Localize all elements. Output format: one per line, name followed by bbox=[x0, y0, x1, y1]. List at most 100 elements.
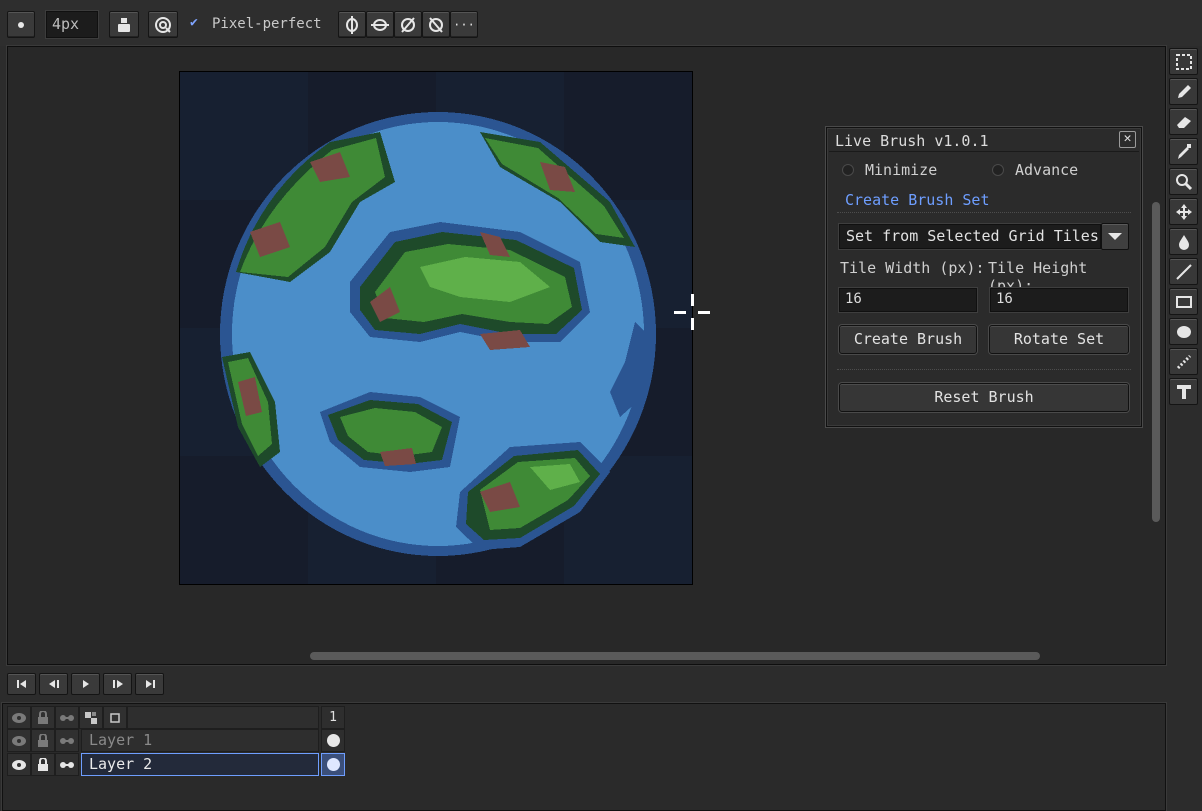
horizontal-scrollbar[interactable] bbox=[310, 652, 1040, 660]
square-icon bbox=[110, 712, 120, 723]
link-icon bbox=[60, 737, 74, 744]
cel-dot-icon bbox=[326, 734, 340, 747]
last-frame-icon bbox=[145, 680, 155, 688]
play-button[interactable] bbox=[71, 673, 100, 695]
eye-icon bbox=[12, 712, 26, 723]
layer-cel[interactable] bbox=[321, 729, 345, 752]
move-tool-button[interactable] bbox=[1169, 198, 1198, 225]
tile-height-input[interactable]: 16 bbox=[990, 288, 1128, 312]
previous-frame-button[interactable] bbox=[39, 673, 68, 695]
symmetry-diagonal-icon bbox=[401, 16, 415, 33]
line-icon bbox=[1175, 263, 1192, 280]
text-tool-button[interactable] bbox=[1169, 378, 1198, 405]
ellipse-tool-button[interactable] bbox=[1169, 318, 1198, 345]
pencil-icon bbox=[1177, 84, 1191, 98]
timeline-header: 1 bbox=[7, 706, 345, 730]
header-spacer bbox=[127, 706, 319, 729]
layer-row[interactable]: Layer 1 bbox=[7, 729, 345, 753]
line-tool-button[interactable] bbox=[1169, 258, 1198, 285]
dropdown-button[interactable] bbox=[1101, 223, 1129, 250]
ellipse-icon bbox=[1176, 325, 1191, 338]
symmetry-vertical-icon bbox=[346, 15, 358, 34]
layer-continuous-toggle[interactable] bbox=[55, 729, 79, 752]
rotate-set-button[interactable]: Rotate Set bbox=[989, 325, 1129, 354]
close-icon[interactable]: ✕ bbox=[1119, 131, 1136, 148]
lock-header[interactable] bbox=[31, 706, 55, 729]
eraser-tool-button[interactable] bbox=[1169, 108, 1198, 135]
eyedropper-tool-button[interactable] bbox=[1169, 138, 1198, 165]
next-frame-button[interactable] bbox=[103, 673, 132, 695]
layer-continuous-toggle[interactable] bbox=[55, 753, 79, 776]
tag-button[interactable] bbox=[103, 706, 127, 729]
text-icon bbox=[1176, 384, 1191, 399]
brush-type-button[interactable] bbox=[7, 11, 35, 38]
pressure-icon bbox=[155, 16, 171, 33]
play-icon bbox=[82, 680, 89, 688]
tile-width-input[interactable]: 16 bbox=[839, 288, 977, 312]
create-brush-set-link[interactable]: Create Brush Set bbox=[845, 191, 990, 209]
move-icon bbox=[1175, 203, 1192, 220]
symmetry-diagonal-button[interactable] bbox=[394, 11, 422, 38]
layer-visibility-toggle[interactable] bbox=[7, 753, 31, 776]
onion-skin-button[interactable] bbox=[79, 706, 103, 729]
advance-label: Advance bbox=[1015, 161, 1079, 179]
visibility-header[interactable] bbox=[7, 706, 31, 729]
eyedropper-icon bbox=[1177, 143, 1191, 159]
ink-icon bbox=[118, 17, 130, 32]
create-brush-button[interactable]: Create Brush bbox=[839, 325, 977, 354]
onion-skin-icon bbox=[85, 711, 97, 724]
timeline-panel: 1 Layer 1 Layer 2 bbox=[2, 703, 1166, 811]
layer-name[interactable]: Layer 1 bbox=[81, 729, 319, 752]
contour-tool-button[interactable] bbox=[1169, 348, 1198, 375]
rectangle-tool-button[interactable] bbox=[1169, 288, 1198, 315]
vertical-scrollbar[interactable] bbox=[1152, 202, 1160, 522]
tile-width-label: Tile Width (px): bbox=[840, 259, 985, 277]
brush-size-field[interactable]: 4px bbox=[46, 11, 98, 38]
ink-button[interactable] bbox=[109, 11, 139, 38]
lock-icon bbox=[38, 710, 48, 724]
previous-frame-icon bbox=[48, 680, 59, 688]
layer-row[interactable]: Layer 2 bbox=[7, 753, 345, 777]
marquee-tool-button[interactable] bbox=[1169, 48, 1198, 75]
symmetry-vertical-button[interactable] bbox=[338, 11, 366, 38]
fill-icon bbox=[1178, 234, 1189, 250]
zoom-tool-button[interactable] bbox=[1169, 168, 1198, 195]
layer-visibility-toggle[interactable] bbox=[7, 729, 31, 752]
layer-lock-toggle[interactable] bbox=[31, 753, 55, 776]
continuous-header[interactable] bbox=[55, 706, 79, 729]
eye-icon bbox=[12, 759, 26, 770]
eraser-icon bbox=[1176, 116, 1191, 128]
divider bbox=[837, 369, 1131, 370]
first-frame-button[interactable] bbox=[7, 673, 36, 695]
pencil-tool-button[interactable] bbox=[1169, 78, 1198, 105]
first-frame-icon bbox=[16, 680, 26, 688]
brush-set-mode-select[interactable]: Set from Selected Grid Tiles bbox=[839, 224, 1101, 249]
reset-brush-button[interactable]: Reset Brush bbox=[839, 383, 1129, 412]
tool-column bbox=[1168, 46, 1200, 408]
last-frame-button[interactable] bbox=[135, 673, 164, 695]
pressure-button[interactable] bbox=[148, 11, 178, 38]
pixel-perfect-checkbox[interactable]: ✔ bbox=[190, 16, 203, 29]
symmetry-horizontal-button[interactable] bbox=[366, 11, 394, 38]
live-brush-panel: Live Brush v1.0.1 ✕ Minimize Advance Cre… bbox=[826, 127, 1142, 427]
zoom-icon bbox=[1175, 173, 1192, 190]
chevron-down-icon bbox=[1108, 233, 1122, 240]
minimize-radio[interactable] bbox=[842, 164, 854, 176]
cel-dot-icon bbox=[326, 758, 340, 771]
pixel-perfect-label: Pixel-perfect bbox=[212, 16, 322, 32]
rectangle-icon bbox=[1175, 295, 1192, 308]
marquee-icon bbox=[1175, 53, 1192, 70]
layer-name-selected[interactable]: Layer 2 bbox=[81, 753, 319, 776]
divider bbox=[837, 212, 1131, 213]
sprite-canvas[interactable] bbox=[179, 71, 693, 585]
layer-lock-toggle[interactable] bbox=[31, 729, 55, 752]
advance-radio[interactable] bbox=[992, 164, 1004, 176]
lock-icon bbox=[38, 757, 48, 771]
fill-tool-button[interactable] bbox=[1169, 228, 1198, 255]
top-toolbar: 4px ✔ Pixel-perfect ··· bbox=[0, 0, 1202, 46]
minimize-label: Minimize bbox=[865, 161, 938, 179]
more-options-button[interactable]: ··· bbox=[450, 11, 478, 38]
layer-cel-selected[interactable] bbox=[321, 753, 345, 776]
frame-header[interactable]: 1 bbox=[321, 706, 345, 729]
symmetry-antidiagonal-button[interactable] bbox=[422, 11, 450, 38]
